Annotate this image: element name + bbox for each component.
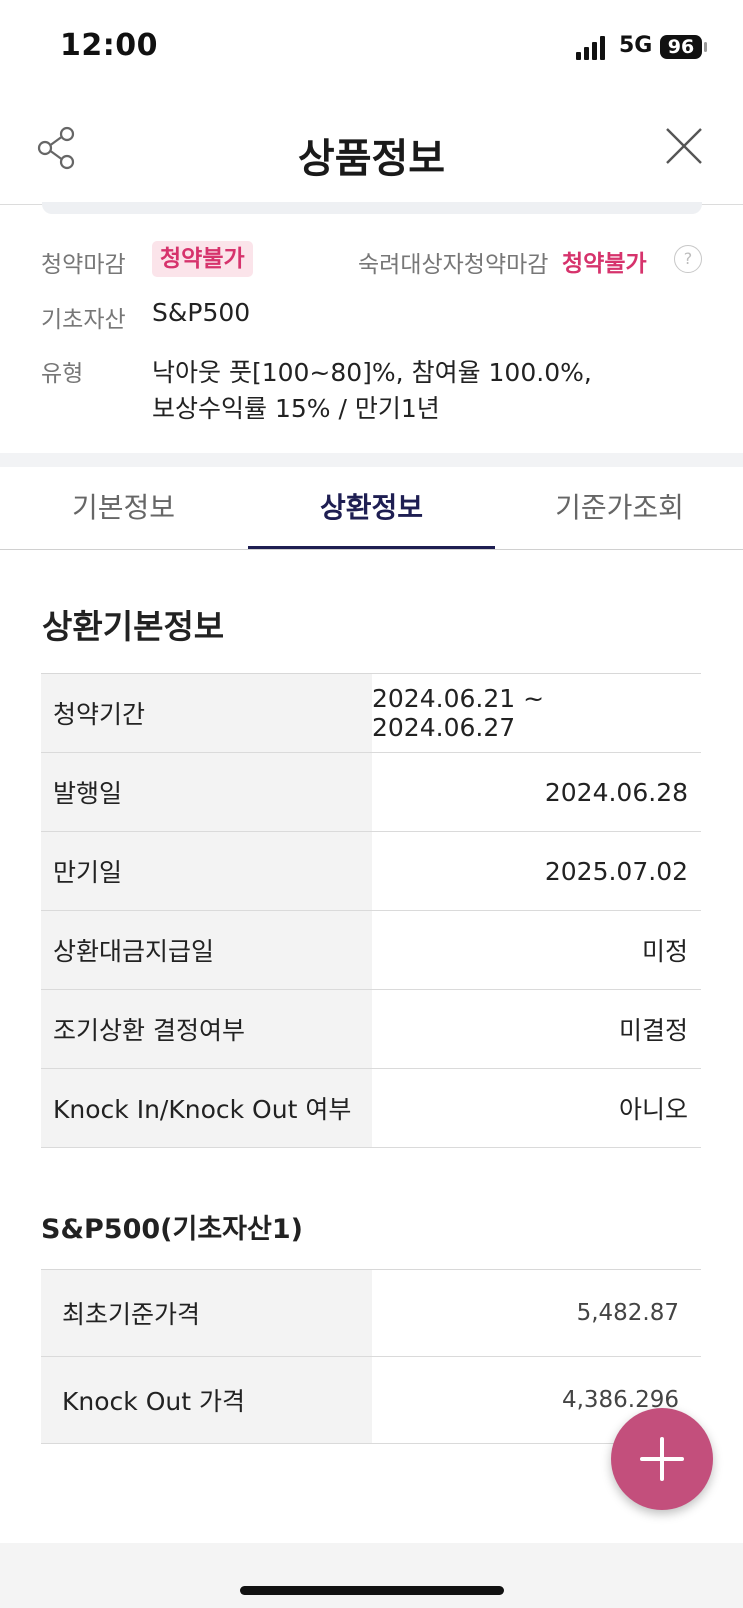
row-value: 아니오 xyxy=(618,1095,688,1124)
scroll-edge xyxy=(42,202,702,214)
subscription-status-badge: 청약불가 xyxy=(152,241,253,277)
elderly-deadline-label: 숙려대상자청약마감 xyxy=(358,252,549,278)
close-icon[interactable] xyxy=(664,126,704,166)
bottom-area xyxy=(0,1543,743,1608)
tab-base-price[interactable]: 기준가조회 xyxy=(496,467,743,549)
row-key: 상환대금지급일 xyxy=(41,911,372,989)
table-row: 조기상환 결정여부 미결정 xyxy=(41,990,701,1069)
row-key: 발행일 xyxy=(41,753,372,831)
row-value: 2024.06.21 ~ 2024.06.27 xyxy=(372,684,545,742)
row-key: Knock Out 가격 xyxy=(41,1357,372,1443)
row-key: 청약기간 xyxy=(41,674,372,752)
battery-icon: 96 xyxy=(660,35,702,59)
cellular-signal-icon xyxy=(576,36,605,60)
row-key: Knock In/Knock Out 여부 xyxy=(41,1069,372,1147)
underlying-asset-table: 최초기준가격 5,482.87 Knock Out 가격 4,386.296 xyxy=(41,1269,701,1444)
plus-fab-button[interactable] xyxy=(611,1408,713,1510)
table-row: 청약기간 2024.06.21 ~ 2024.06.27 xyxy=(41,674,701,753)
page-title: 상품정보 xyxy=(297,136,446,182)
home-indicator[interactable] xyxy=(240,1586,504,1595)
help-icon[interactable]: ? xyxy=(674,245,702,273)
underlying-label: 기초자산 xyxy=(41,307,126,333)
row-value: 미정 xyxy=(641,937,688,966)
elderly-status-value: 청약불가 xyxy=(562,251,647,277)
active-tab-indicator xyxy=(248,546,495,549)
row-key: 만기일 xyxy=(41,832,372,910)
battery-tip xyxy=(704,42,707,52)
status-bar: 12:00 5G 96 xyxy=(0,0,743,96)
row-value: 2024.06.28 xyxy=(544,777,688,807)
page-header: 상품정보 xyxy=(0,96,743,205)
table-row: 만기일 2025.07.02 xyxy=(41,832,701,911)
subscription-deadline-label: 청약마감 xyxy=(41,252,126,278)
table-row: 발행일 2024.06.28 xyxy=(41,753,701,832)
table-row: Knock In/Knock Out 여부 아니오 xyxy=(41,1069,701,1148)
section-title: 상환기본정보 xyxy=(42,607,225,646)
status-time: 12:00 xyxy=(60,28,158,63)
type-value-line1: 낙아웃 풋[100~80]%, 참여율 100.0%, xyxy=(152,358,592,387)
table-row: 상환대금지급일 미정 xyxy=(41,911,701,990)
type-value-line2: 보상수익률 15% / 만기1년 xyxy=(152,394,440,423)
row-key: 최초기준가격 xyxy=(41,1270,372,1356)
row-value: 2025.07.02 xyxy=(544,856,688,886)
repayment-table: 청약기간 2024.06.21 ~ 2024.06.27 발행일 2024.06… xyxy=(41,673,701,1148)
row-key: 조기상환 결정여부 xyxy=(41,990,372,1068)
section-divider xyxy=(0,453,743,467)
product-summary: 청약마감 청약불가 숙려대상자청약마감 청약불가 ? 기초자산 S&P500 유… xyxy=(0,215,743,453)
row-value: 미결정 xyxy=(618,1016,688,1045)
table-row: 최초기준가격 5,482.87 xyxy=(41,1270,701,1357)
underlying-value: S&P500 xyxy=(152,298,251,327)
type-label: 유형 xyxy=(41,361,84,387)
tab-repayment-info[interactable]: 상환정보 xyxy=(248,467,495,549)
tab-basic-info[interactable]: 기본정보 xyxy=(0,467,247,549)
network-type: 5G xyxy=(619,33,653,58)
underlying-asset-title: S&P500(기초자산1) xyxy=(41,1214,303,1245)
tab-bar: 기본정보 상환정보 기준가조회 xyxy=(0,467,743,550)
table-row: Knock Out 가격 4,386.296 xyxy=(41,1357,701,1444)
row-value: 5,482.87 xyxy=(576,1300,679,1326)
